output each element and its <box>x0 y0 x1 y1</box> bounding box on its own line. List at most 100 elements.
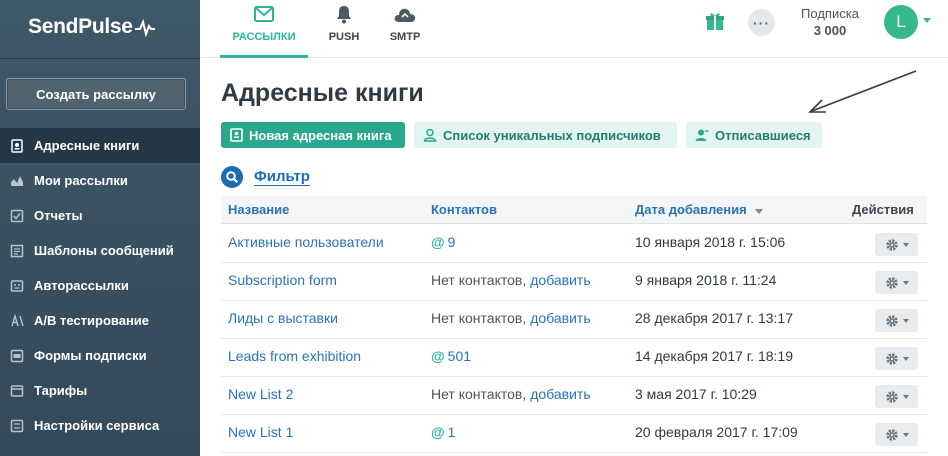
column-header-date[interactable]: Дата добавления <box>635 202 763 217</box>
sidebar-item-subscription-forms[interactable]: Формы подписки <box>0 338 200 373</box>
actions-button[interactable] <box>875 385 918 408</box>
reports-icon <box>10 209 24 223</box>
date-added: 14 декабря 2017 г. 18:19 <box>635 348 793 364</box>
at-icon: @ <box>431 424 445 440</box>
sidebar-item-automation[interactable]: Авторассылки <box>0 268 200 303</box>
sidebar-item-label: Мои рассылки <box>34 173 128 188</box>
sidebar-item-ab-testing[interactable]: А/В тестирование <box>0 303 200 338</box>
address-book-name-link[interactable]: New List 1 <box>228 424 293 440</box>
sidebar-item-label: Авторассылки <box>34 278 129 293</box>
column-header-name[interactable]: Название <box>228 202 289 217</box>
templates-icon <box>10 244 24 258</box>
table-row: Активные пользователи @ 9 10 января 2018… <box>221 225 927 263</box>
sidebar-item-templates[interactable]: Шаблоны сообщений <box>0 233 200 268</box>
tab-push[interactable]: PUSH <box>321 0 367 58</box>
subscription-box[interactable]: Подписка 3 000 <box>790 6 870 38</box>
button-label: Отписавшиеся <box>715 127 811 143</box>
address-book-name-link[interactable]: Лиды с выставки <box>228 310 338 326</box>
contacts-count-link[interactable]: 9 <box>448 234 456 250</box>
gear-icon <box>885 352 898 365</box>
actions-button[interactable] <box>875 347 918 370</box>
logo[interactable]: SendPulse <box>28 12 155 42</box>
sidebar-item-reports[interactable]: Отчеты <box>0 198 200 233</box>
address-book-name-link[interactable]: Активные пользователи <box>228 234 384 250</box>
contacts-cell: Нет контактов, добавить <box>431 386 591 402</box>
logo-text: SendPulse <box>28 15 133 38</box>
address-books-table: Активные пользователи @ 9 10 января 2018… <box>221 225 927 453</box>
gift-icon[interactable] <box>704 10 726 32</box>
chevron-down-icon <box>902 280 909 285</box>
add-contacts-link[interactable]: добавить <box>530 386 590 402</box>
date-added: 10 января 2018 г. 15:06 <box>635 234 786 250</box>
address-book-name-link[interactable]: Leads from exhibition <box>228 348 361 364</box>
filter-toggle[interactable]: Фильтр <box>221 166 310 188</box>
sidebar-item-label: Шаблоны сообщений <box>34 243 174 258</box>
sidebar-item-label: Тарифы <box>34 383 88 398</box>
column-header-contacts[interactable]: Контактов <box>431 202 497 217</box>
subscription-count: 3 000 <box>813 23 847 38</box>
top-bar: РАССЫЛКИ PUSH SMTP ··· Подписка 3 000 L <box>200 0 948 58</box>
date-added: 9 января 2018 г. 11:24 <box>635 272 777 288</box>
unique-subscribers-button[interactable]: Список уникальных подписчиков <box>414 122 677 148</box>
column-header-date-label: Дата добавления <box>635 202 747 217</box>
at-icon: @ <box>431 234 445 250</box>
sidebar: SendPulse Создать рассылку Адресные книг… <box>0 0 200 456</box>
ab-test-icon <box>10 313 24 328</box>
tab-mailings[interactable]: РАССЫЛКИ <box>220 0 308 58</box>
contacts-cell: Нет контактов, добавить <box>431 310 591 326</box>
sidebar-item-label: Отчеты <box>34 208 83 223</box>
sidebar-item-label: А/В тестирование <box>34 313 150 328</box>
forms-icon <box>10 349 24 363</box>
date-added: 3 мая 2017 г. 10:29 <box>635 386 757 402</box>
gear-icon <box>885 314 898 327</box>
settings-icon <box>10 419 24 433</box>
sidebar-item-label: Адресные книги <box>34 138 140 153</box>
no-contacts-text: Нет контактов, <box>431 272 527 288</box>
tab-smtp[interactable]: SMTP <box>383 0 427 58</box>
button-label: Новая адресная книга <box>249 127 392 143</box>
avatar[interactable]: L <box>884 5 918 39</box>
button-label: Список уникальных подписчиков <box>443 127 661 143</box>
sidebar-item-pricing[interactable]: Тарифы <box>0 373 200 408</box>
gear-icon <box>885 390 898 403</box>
contacts-count-link[interactable]: 1 <box>448 424 456 440</box>
tab-label: PUSH <box>328 31 360 43</box>
no-contacts-text: Нет контактов, <box>431 386 527 402</box>
create-campaign-button[interactable]: Создать рассылку <box>6 78 186 110</box>
contacts-cell: Нет контактов, добавить <box>431 272 591 288</box>
gear-icon <box>885 238 898 251</box>
users-icon <box>423 128 437 142</box>
actions-button[interactable] <box>875 423 918 446</box>
sidebar-item-settings[interactable]: Настройки сервиса <box>0 408 200 443</box>
table-row: Subscription form Нет контактов, добавит… <box>221 263 927 301</box>
sidebar-item-label: Формы подписки <box>34 348 147 363</box>
actions-button[interactable] <box>875 309 918 332</box>
chevron-down-icon[interactable] <box>923 18 931 23</box>
sidebar-item-address-books[interactable]: Адресные книги <box>0 128 200 163</box>
tab-label: РАССЫЛКИ <box>232 31 296 43</box>
add-contacts-link[interactable]: добавить <box>530 272 590 288</box>
more-button[interactable]: ··· <box>748 9 775 36</box>
filter-label: Фильтр <box>254 168 310 186</box>
gear-icon <box>885 276 898 289</box>
subscription-label: Подписка <box>801 6 859 21</box>
sidebar-item-my-mailings[interactable]: Мои рассылки <box>0 163 200 198</box>
unsubscribed-button[interactable]: Отписавшиеся <box>686 122 822 148</box>
column-header-actions: Действия <box>852 202 914 217</box>
address-book-name-link[interactable]: New List 2 <box>228 386 293 402</box>
chevron-down-icon <box>902 432 909 437</box>
address-book-icon <box>230 128 243 142</box>
at-icon: @ <box>431 348 445 364</box>
address-book-icon <box>10 138 24 153</box>
address-book-name-link[interactable]: Subscription form <box>228 272 337 288</box>
sidebar-divider <box>0 58 200 59</box>
chevron-down-icon <box>902 318 909 323</box>
contacts-count-link[interactable]: 501 <box>448 348 471 364</box>
new-address-book-button[interactable]: Новая адресная книга <box>221 122 405 148</box>
bell-icon <box>335 4 353 24</box>
sort-desc-icon <box>754 208 763 214</box>
add-contacts-link[interactable]: добавить <box>530 310 590 326</box>
actions-button[interactable] <box>875 233 918 256</box>
actions-button[interactable] <box>875 271 918 294</box>
table-row: Leads from exhibition @ 501 14 декабря 2… <box>221 339 927 377</box>
